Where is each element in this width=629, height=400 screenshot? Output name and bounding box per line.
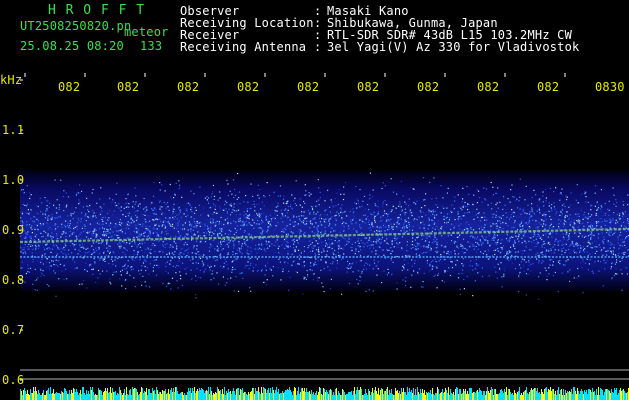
value-antenna: 3el Yagi(V) Az 330 for Vladivostok [327,40,580,54]
freq-unit: kHz [0,73,23,87]
time-tick-label: 082 [477,80,500,94]
brand-title: H R O F F T [48,3,146,18]
freq-tick-label: 0.8 [2,273,25,287]
spectrogram [19,73,629,400]
time-tick-label: 082 [417,80,440,94]
freq-tick-label: 0.6 [2,373,25,387]
detection-count: 133 [140,39,163,53]
time-tick-label: 082 [537,80,560,94]
time-tick-label: 082 [237,80,260,94]
mode-label: meteor [124,25,169,39]
time-tick-label: 082 [297,80,320,94]
freq-tick-label: 1.0 [2,173,25,187]
sep-antenna: : [314,40,322,54]
time-tick-label: 082 [117,80,140,94]
freq-tick-label: 0.7 [2,323,25,337]
label-antenna: Receiving Antenna [180,40,307,54]
time-tick-label: 082 [357,80,380,94]
time-tick-label: 0830 [595,80,625,94]
time-tick-label: 082 [177,80,200,94]
freq-tick-label: 1.1 [2,123,25,137]
level-bars [20,387,629,400]
time-tick-label: 082 [58,80,81,94]
freq-tick-label: 0.9 [2,223,25,237]
date-time: 25.08.25 08:20 [20,39,124,53]
file-name: UT2508250820.pn [20,19,132,33]
